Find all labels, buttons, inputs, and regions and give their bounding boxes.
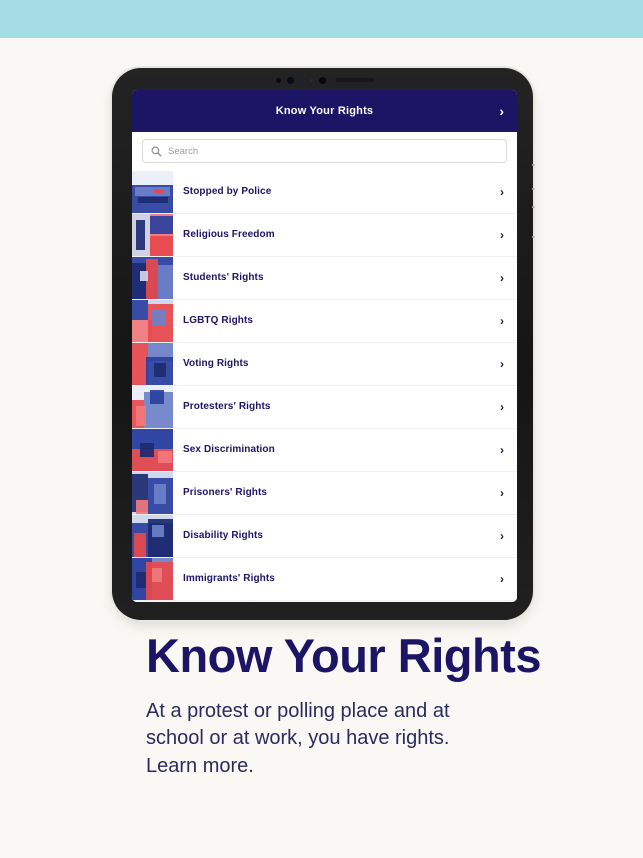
list-item[interactable]: Immigrants' Rights › [132,558,517,600]
chevron-right-icon[interactable]: › [500,487,504,499]
promo-copy: Know Your Rights At a protest or polling… [146,632,576,780]
device-side-tick [532,206,535,208]
device-side-tick [532,164,535,166]
worshipper-silhouette-photo [132,214,173,256]
search-input[interactable]: Search [142,139,507,163]
immigrant-family-photo [132,558,173,600]
list-item[interactable]: Students' Rights › [132,257,517,299]
chevron-right-icon[interactable]: › [500,573,504,585]
top-banner [0,0,643,38]
list-item-label: Voting Rights [183,358,249,370]
students-crowd-photo [132,257,173,299]
list-item-label: Stopped by Police [183,186,272,198]
tablet-device: Know Your Rights › Search Stopped by Pol… [110,66,535,624]
camera-dot-icon [318,76,326,84]
camera-sensor-cluster [112,75,537,85]
list-item-label: Disability Rights [183,530,264,542]
camera-dot-icon [275,77,281,83]
list-item[interactable]: Protesters' Rights › [132,386,517,428]
list-item[interactable]: Prisoners' Rights › [132,472,517,514]
camera-dot-icon [286,76,294,84]
device-side-tick [532,236,535,238]
search-area: Search [132,132,517,171]
list-item[interactable]: Sex Discrimination › [132,429,517,471]
list-item-label: Immigrants' Rights [183,573,275,585]
list-item[interactable]: Religious Freedom › [132,214,517,256]
app-header: Know Your Rights › [132,90,517,132]
search-icon [151,146,162,157]
device-bezel: Know Your Rights › Search Stopped by Pol… [112,68,535,620]
chevron-right-icon[interactable]: › [500,530,504,542]
list-item-label: Protesters' Rights [183,401,271,413]
rights-topic-list: Stopped by Police › Religious Freedom › Stud… [132,171,517,602]
sensor-dot-icon [309,78,313,82]
pride-portrait-photo [132,300,173,342]
tablet-screen: Know Your Rights › Search Stopped by Pol… [132,90,517,602]
chevron-right-icon[interactable]: › [500,272,504,284]
list-item[interactable]: LGBTQ Rights › [132,300,517,342]
voter-booth-photo [132,343,173,385]
speaker-grille [335,78,374,82]
chevron-right-icon[interactable]: › [500,229,504,241]
chevron-right-icon[interactable]: › [500,358,504,370]
list-item-label: Religious Freedom [183,229,275,241]
page-title: Know Your Rights [146,629,541,682]
list-item[interactable]: Voting Rights › [132,343,517,385]
search-placeholder: Search [168,145,199,157]
protest-signs-photo [132,386,173,428]
chevron-right-icon[interactable]: › [500,401,504,413]
prison-payphone-photo [132,472,173,514]
device-side-tick [532,188,535,190]
list-item-label: Students' Rights [183,272,264,284]
chevron-right-icon[interactable]: › [499,104,504,118]
chevron-right-icon[interactable]: › [500,315,504,327]
list-item[interactable]: Disability Rights › [132,515,517,557]
wheelchair-user-photo [132,515,173,557]
promo-subcopy: At a protest or polling place and at sch… [146,700,450,777]
list-item-label: Sex Discrimination [183,444,275,456]
list-bottom-spacer [132,601,517,602]
list-item-label: LGBTQ Rights [183,315,254,327]
list-item[interactable]: Stopped by Police › [132,171,517,213]
workplace-photo [132,429,173,471]
chevron-right-icon[interactable]: › [500,444,504,456]
list-item-label: Prisoners' Rights [183,487,268,499]
chevron-right-icon[interactable]: › [500,186,504,198]
app-header-title: Know Your Rights [275,105,374,117]
sensor-dot-icon [299,78,304,82]
police-car-photo [132,171,173,213]
